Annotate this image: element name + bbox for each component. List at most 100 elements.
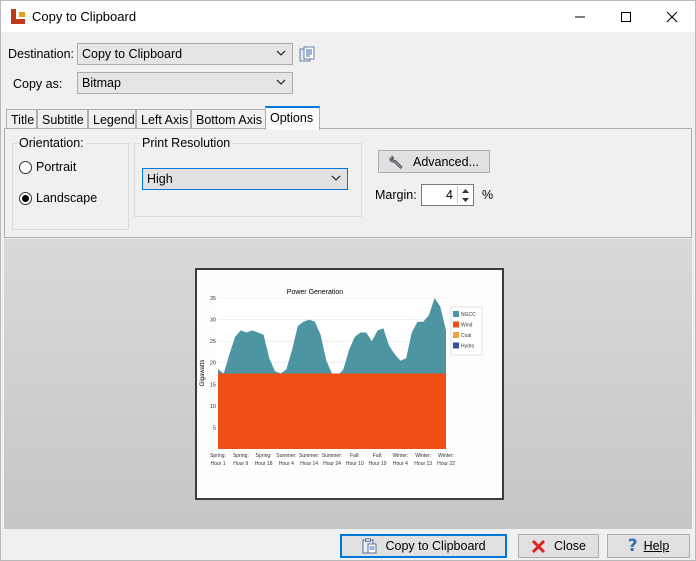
close-window-button[interactable] bbox=[649, 1, 695, 32]
minimize-icon bbox=[575, 16, 585, 17]
legend-swatch bbox=[453, 332, 459, 338]
radio-circle-selected bbox=[19, 191, 32, 205]
y-tick-label: 5 bbox=[213, 425, 216, 431]
x-tick-label: Winter: bbox=[415, 453, 431, 459]
landscape-radio[interactable]: Landscape bbox=[19, 191, 97, 205]
x-tick-label: Hour 19 bbox=[369, 461, 387, 467]
chevron-down-icon bbox=[331, 175, 341, 181]
x-tick-label: Summer: bbox=[299, 453, 319, 459]
minimize-button[interactable] bbox=[557, 1, 603, 32]
x-axis-ticks: Spring: Hour 1 Spring: Hour 9 Spring: Hour 18… bbox=[210, 453, 455, 467]
x-tick-label: Hour 24 bbox=[323, 461, 341, 467]
tab-left-axis[interactable]: Left Axis bbox=[136, 109, 191, 130]
power-generation-chart: 5 10 15 20 25 30 35 Spring: Hour 1 Spring: Hour 9… bbox=[200, 289, 483, 467]
advanced-label: Advanced... bbox=[412, 154, 479, 169]
tab-options[interactable]: Options bbox=[265, 106, 320, 130]
copy-to-clipboard-button[interactable]: Copy to Clipboard bbox=[340, 534, 507, 558]
maximize-icon bbox=[621, 11, 631, 22]
x-tick-label: Fall: bbox=[373, 453, 382, 459]
clipboard-settings-icon[interactable] bbox=[299, 46, 315, 63]
window-title: Copy to Clipboard bbox=[32, 9, 137, 24]
legend-label: NGCC bbox=[461, 312, 476, 318]
x-tick-label: Hour 22 bbox=[437, 461, 455, 467]
x-tick-label: Hour 9 bbox=[233, 461, 248, 467]
spinner-buttons[interactable] bbox=[457, 186, 472, 204]
portrait-label: Portrait bbox=[36, 160, 77, 174]
y-axis-label: Gigawatts bbox=[200, 360, 206, 387]
y-tick-label: 10 bbox=[210, 404, 216, 410]
margin-value: 4 bbox=[446, 188, 453, 202]
destination-select[interactable]: Copy to Clipboard bbox=[77, 43, 293, 65]
x-tick-label: Hour 14 bbox=[300, 461, 318, 467]
advanced-button[interactable]: Advanced... bbox=[378, 150, 490, 173]
maximize-button[interactable] bbox=[603, 1, 649, 32]
legend-swatch bbox=[453, 311, 459, 317]
copy-to-clipboard-label: Copy to Clipboard bbox=[385, 539, 486, 553]
margin-spinner[interactable]: 4 bbox=[421, 184, 474, 206]
legend-label: Hydro bbox=[461, 344, 475, 350]
y-tick-label: 15 bbox=[210, 382, 216, 388]
radio-circle bbox=[19, 160, 32, 174]
orientation-label: Orientation: bbox=[17, 136, 86, 150]
spin-down-icon[interactable] bbox=[458, 195, 472, 204]
help-button[interactable]: ? Help bbox=[607, 534, 690, 558]
title-bar: Copy to Clipboard bbox=[1, 1, 695, 32]
legend-label: Wind bbox=[461, 323, 473, 329]
margin-label: Margin: bbox=[375, 188, 417, 202]
y-tick-label: 35 bbox=[210, 296, 216, 302]
x-tick-label: Summer: bbox=[322, 453, 342, 459]
y-tick-label: 30 bbox=[210, 318, 216, 324]
preview-page: 5 10 15 20 25 30 35 Spring: Hour 1 Spring: Hour 9… bbox=[195, 268, 504, 500]
help-label: Help bbox=[643, 539, 670, 553]
x-tick-label: Hour 4 bbox=[393, 461, 408, 467]
copy-to-clipboard-dialog: Copy to Clipboard Destination: Copy to C… bbox=[0, 0, 696, 561]
landscape-label: Landscape bbox=[36, 191, 98, 205]
tab-subtitle[interactable]: Subtitle bbox=[37, 109, 88, 130]
x-tick-label: Hour 13 bbox=[414, 461, 432, 467]
copy-as-select[interactable]: Bitmap bbox=[77, 72, 293, 94]
close-icon bbox=[666, 11, 678, 22]
tab-legend[interactable]: Legend bbox=[88, 109, 136, 130]
tab-title[interactable]: Title bbox=[6, 109, 37, 130]
print-resolution-value: High bbox=[147, 172, 173, 186]
x-tick-label: Winter: bbox=[392, 453, 408, 459]
help-icon: ? bbox=[627, 536, 638, 556]
legend-swatch bbox=[453, 321, 459, 328]
copy-as-label: Copy as: bbox=[13, 77, 63, 91]
x-tick-label: Spring: bbox=[256, 453, 272, 459]
x-tick-label: Hour 4 bbox=[279, 461, 294, 467]
wind-area bbox=[218, 373, 446, 449]
x-tick-label: Spring: bbox=[233, 453, 249, 459]
tab-bottom-axis[interactable]: Bottom Axis bbox=[191, 109, 266, 130]
x-tick-label: Hour 10 bbox=[346, 461, 364, 467]
preview-area: 5 10 15 20 25 30 35 Spring: Hour 1 Spring: Hour 9… bbox=[4, 239, 692, 529]
close-x-icon bbox=[531, 539, 546, 554]
x-tick-label: Spring: bbox=[210, 453, 226, 459]
chart-title: Power Generation bbox=[287, 289, 344, 296]
print-resolution-label: Print Resolution bbox=[140, 136, 233, 150]
x-tick-label: Hour 18 bbox=[255, 461, 273, 467]
y-tick-label: 20 bbox=[210, 361, 216, 367]
y-axis-ticks: 5 10 15 20 25 30 35 bbox=[210, 296, 216, 431]
close-label: Close bbox=[554, 539, 586, 553]
orientation-group bbox=[12, 143, 129, 230]
destination-value: Copy to Clipboard bbox=[82, 47, 183, 61]
print-resolution-select[interactable]: High bbox=[142, 168, 348, 190]
wrench-icon bbox=[389, 154, 403, 169]
x-tick-label: Hour 1 bbox=[210, 461, 225, 467]
spin-up-icon[interactable] bbox=[458, 186, 472, 195]
chevron-down-icon bbox=[276, 50, 286, 56]
legend-label: Coal bbox=[461, 333, 471, 339]
legend: NGCC Wind Coal Hydro bbox=[450, 306, 483, 356]
destination-label: Destination: bbox=[8, 47, 75, 61]
options-panel: Orientation: Portrait Landscape Print Re… bbox=[4, 128, 692, 238]
clipboard-icon bbox=[361, 538, 377, 554]
legend-swatch bbox=[453, 342, 459, 349]
margin-unit: % bbox=[482, 188, 494, 202]
portrait-radio[interactable]: Portrait bbox=[19, 160, 76, 174]
chevron-down-icon bbox=[276, 79, 286, 85]
copy-as-value: Bitmap bbox=[82, 76, 121, 90]
x-tick-label: Winter: bbox=[438, 453, 454, 459]
close-button[interactable]: Close bbox=[518, 534, 599, 558]
x-tick-label: Fall: bbox=[350, 453, 359, 459]
